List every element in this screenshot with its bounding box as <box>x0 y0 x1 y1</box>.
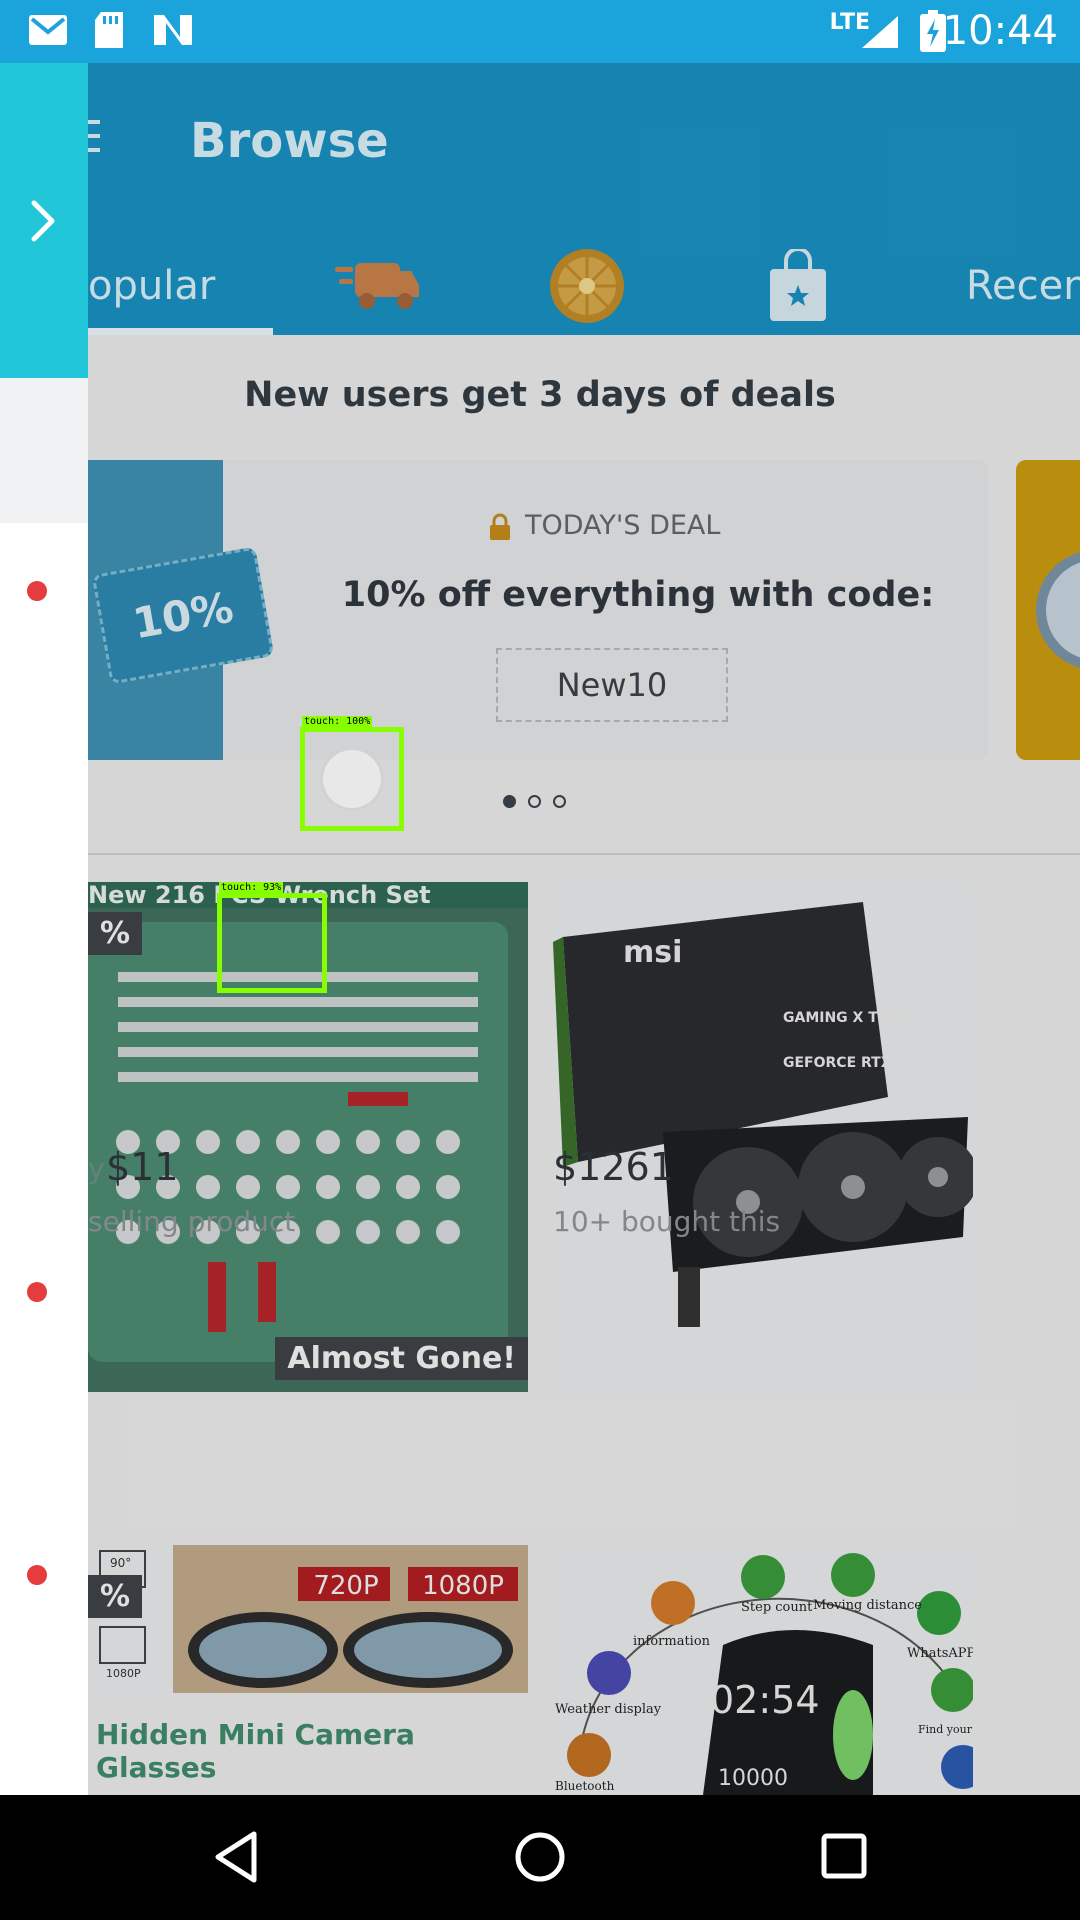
touch-point-indicator <box>323 750 381 808</box>
carousel-dot[interactable] <box>528 795 541 808</box>
signal-icon <box>862 16 898 48</box>
app-bar: Browse opular Recen <box>0 63 1080 335</box>
carousel-dot[interactable] <box>503 795 516 808</box>
product-card-smart-band[interactable]: Step count Moving distance information W… <box>553 1545 1010 1795</box>
clock: 10:44 <box>942 8 1058 54</box>
spec-resolution-text: 1080P <box>106 1667 141 1680</box>
touch-detection-label: touch: 93% <box>219 882 284 893</box>
feature-label: Weather display <box>555 1702 662 1717</box>
deal-label: TODAY'S DEAL <box>525 510 721 541</box>
touch-detection-label: touch: 100% <box>302 716 373 727</box>
tab-popular[interactable]: opular <box>88 263 215 309</box>
drawer-section <box>0 378 88 523</box>
status-bar: LTE 10:44 <box>0 0 1080 63</box>
sd-card-icon <box>95 12 123 48</box>
carousel-indicator <box>503 795 578 813</box>
navigation-bar <box>0 1795 1080 1920</box>
product-card-camera-glasses[interactable]: 90° 1080P 720P 1080P % Hidden Mini Camer… <box>88 1545 528 1795</box>
main-content: New users get 3 days of deals 10% TODAY'… <box>88 335 1080 1795</box>
feature-label: Find your phone <box>918 1723 973 1736</box>
product-image-smart-band: Step count Moving distance information W… <box>553 1545 1010 1795</box>
chevron-right-icon <box>31 200 55 242</box>
drawer-toggle[interactable] <box>0 63 88 378</box>
tab-recent[interactable]: Recen <box>966 263 1080 309</box>
next-deal-card[interactable] <box>1016 460 1080 760</box>
feature-label: Moving distance <box>813 1598 922 1613</box>
tab-indicator <box>88 328 273 335</box>
gpu-box-title-text: GAMING X TRIO <box>783 1010 906 1026</box>
tab-shipping-truck-icon[interactable] <box>335 253 420 313</box>
product-title: Hidden Mini Camera Glasses <box>96 1718 415 1784</box>
n-app-icon <box>154 15 192 45</box>
product-card-gpu[interactable]: msi GAMING X TRIO GEFORCE RTX <box>553 882 978 1392</box>
notification-dot <box>27 1565 47 1585</box>
divider <box>88 853 1080 855</box>
carousel-dot[interactable] <box>553 795 566 808</box>
home-icon[interactable] <box>513 1830 567 1884</box>
product-subtitle: selling product <box>88 1205 296 1238</box>
product-image-camera-glasses: 90° 1080P <box>88 1545 528 1695</box>
discount-badge: % <box>88 1575 143 1618</box>
notification-dot <box>27 581 47 601</box>
page-title: Browse <box>190 113 389 169</box>
watch-time-text: 02:54 <box>710 1678 820 1722</box>
clock-graphic-icon <box>1036 552 1080 668</box>
lock-icon <box>490 513 510 540</box>
watch-steps-text: 10000 <box>718 1766 788 1791</box>
tab-deals-wheel-icon[interactable] <box>547 247 627 325</box>
product-image-gpu: msi GAMING X TRIO GEFORCE RTX <box>553 882 978 1392</box>
resolution-tag: 1080P <box>422 1571 504 1601</box>
feature-label: information <box>633 1634 711 1649</box>
menu-icon[interactable] <box>88 118 102 158</box>
tab-shopping-bag-icon[interactable] <box>766 249 830 325</box>
promo-code[interactable]: New10 <box>496 648 728 722</box>
category-tabs: opular Recen <box>0 243 1080 335</box>
gpu-box-model-text: GEFORCE RTX <box>783 1055 892 1071</box>
feature-label: Bluetooth <box>555 1779 615 1793</box>
stock-status-badge: Almost Gone! <box>275 1337 528 1380</box>
feature-label: Step count <box>741 1600 813 1615</box>
back-icon[interactable] <box>212 1830 262 1884</box>
product-subtitle: 10+ bought this <box>553 1205 781 1238</box>
resolution-tag: 720P <box>313 1571 379 1601</box>
product-price: $11 <box>106 1145 179 1189</box>
product-price-prefix: y <box>88 1152 105 1185</box>
gpu-brand-text: msi <box>623 935 682 970</box>
promo-headline: New users get 3 days of deals <box>244 375 836 415</box>
feature-label: WhatsAPP <box>907 1646 973 1661</box>
deal-offer: 10% off everything with code: <box>341 575 935 615</box>
notification-dot <box>27 1282 47 1302</box>
gmail-icon <box>29 15 67 45</box>
recents-icon[interactable] <box>820 1832 868 1880</box>
touch-detection-box <box>217 893 327 993</box>
product-price: $1261 <box>553 1145 674 1189</box>
spec-angle-text: 90° <box>110 1556 131 1570</box>
discount-badge: % <box>88 912 143 955</box>
